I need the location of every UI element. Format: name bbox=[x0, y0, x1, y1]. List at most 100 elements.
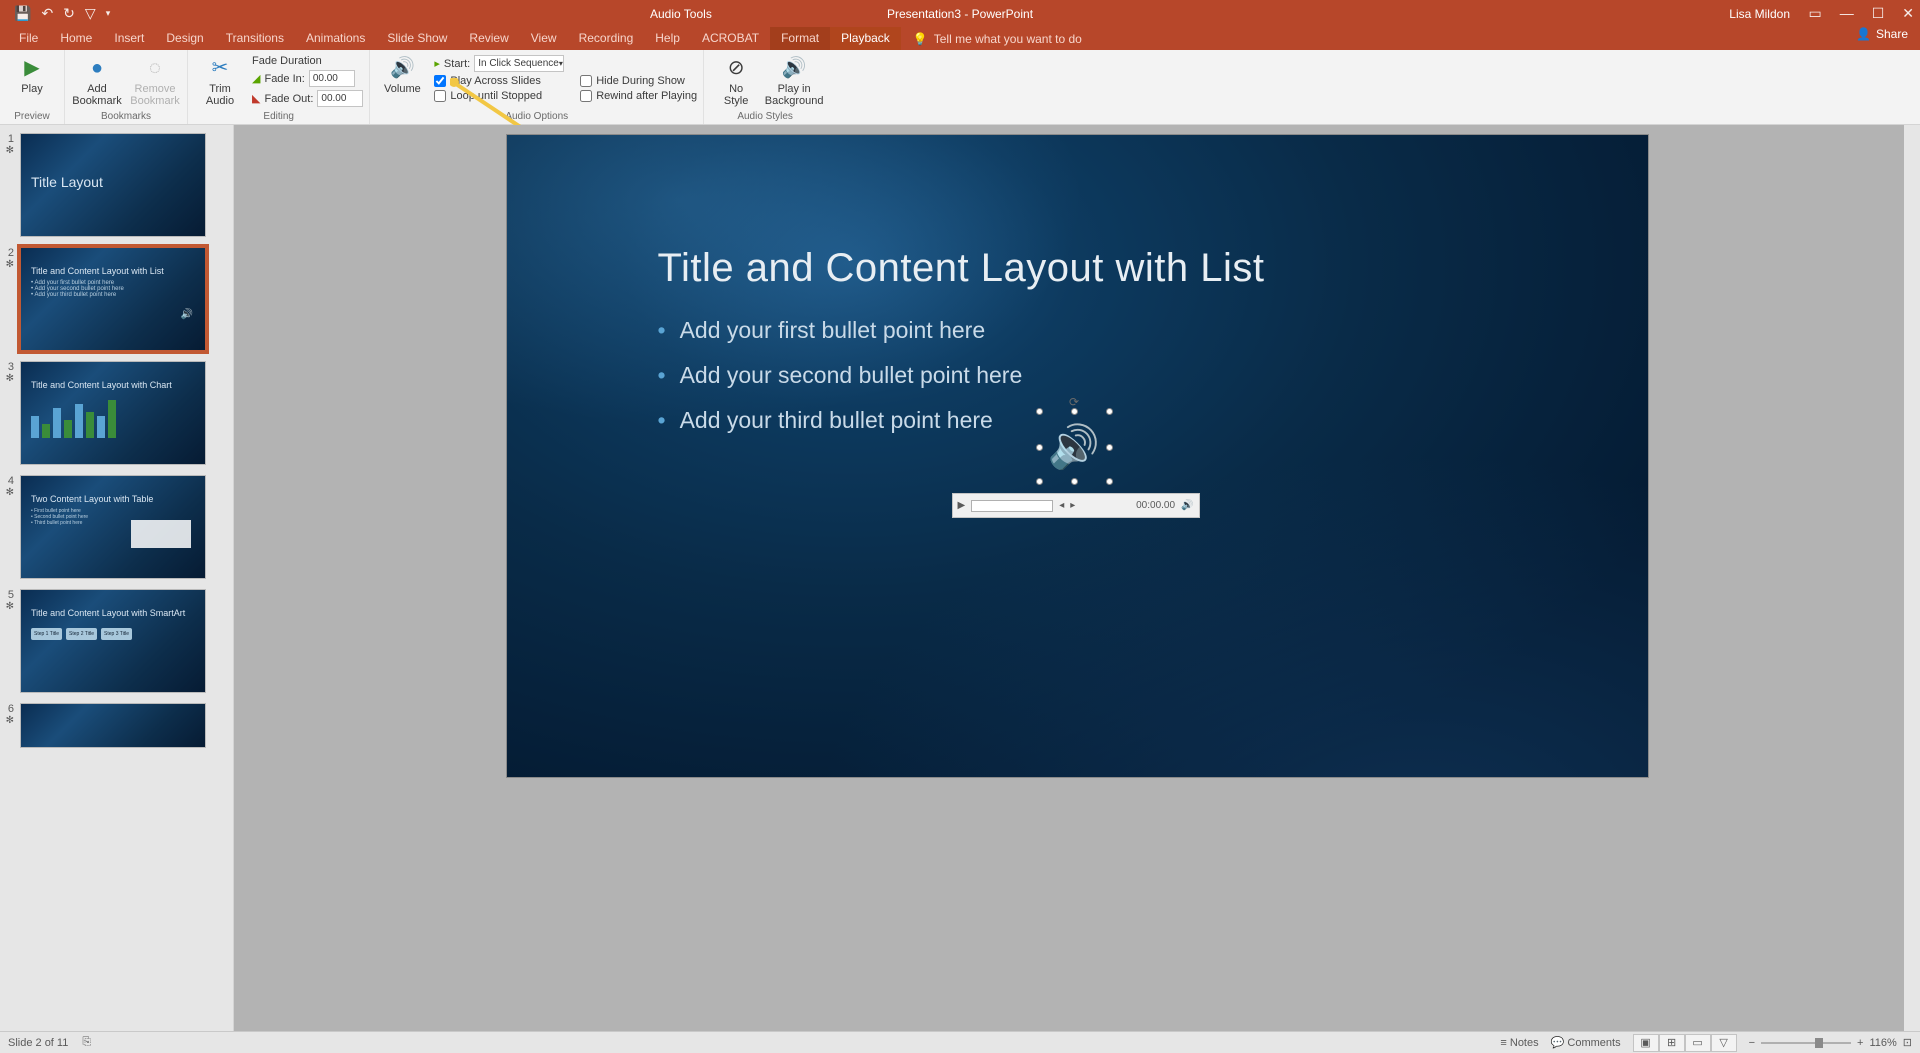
thumbnail-2[interactable]: 2✻ Title and Content Layout with List Ad… bbox=[2, 247, 227, 351]
resize-handle[interactable] bbox=[1036, 444, 1043, 451]
loop-checkbox[interactable] bbox=[434, 90, 446, 102]
thumbnail-3[interactable]: 3✻ Title and Content Layout with Chart bbox=[2, 361, 227, 465]
zoom-value: 116% bbox=[1869, 1037, 1896, 1049]
slide-bullets[interactable]: Add your first bullet point here Add you… bbox=[658, 317, 1023, 452]
ribbon-display-icon[interactable]: ▭ bbox=[1808, 5, 1821, 22]
thumbnail-4[interactable]: 4✻ Two Content Layout with Table First b… bbox=[2, 475, 227, 579]
sorter-view-button[interactable]: ⊞ bbox=[1659, 1034, 1685, 1052]
zoom-out-button[interactable]: − bbox=[1749, 1037, 1755, 1049]
reading-view-button[interactable]: ▭ bbox=[1685, 1034, 1711, 1052]
resize-handle[interactable] bbox=[1036, 478, 1043, 485]
group-audio-options: 🔊 Volume ▸ Start: In Click Sequence ▾ Pl… bbox=[370, 50, 704, 124]
slide-bullet[interactable]: Add your first bullet point here bbox=[658, 317, 1023, 344]
redo-icon[interactable]: ↻ bbox=[63, 5, 75, 22]
volume-icon[interactable]: 🔊 bbox=[1181, 500, 1193, 511]
tab-home[interactable]: Home bbox=[49, 27, 103, 50]
fade-out-label: Fade Out: bbox=[264, 93, 313, 105]
fade-in-input[interactable]: 00.00 bbox=[309, 70, 355, 87]
quick-access-toolbar: 💾 ↶ ↻ ▽ ▾ bbox=[0, 5, 110, 22]
rewind-checkbox[interactable] bbox=[580, 90, 592, 102]
play-icon[interactable]: ▶ bbox=[958, 500, 966, 511]
resize-handle[interactable] bbox=[1106, 408, 1113, 415]
tab-review[interactable]: Review bbox=[458, 27, 519, 50]
undo-icon[interactable]: ↶ bbox=[41, 5, 53, 22]
tab-playback[interactable]: Playback bbox=[830, 27, 901, 50]
play-across-slides-checkbox[interactable] bbox=[434, 75, 446, 87]
resize-handle[interactable] bbox=[1071, 478, 1078, 485]
slide-title[interactable]: Title and Content Layout with List bbox=[658, 246, 1265, 291]
tab-design[interactable]: Design bbox=[155, 27, 214, 50]
document-title: Presentation3 - PowerPoint bbox=[887, 7, 1033, 21]
group-bookmarks: ● Add Bookmark ◌ Remove Bookmark Bookmar… bbox=[65, 50, 188, 124]
thumbnail-5[interactable]: 5✻ Title and Content Layout with SmartAr… bbox=[2, 589, 227, 693]
volume-button[interactable]: 🔊 Volume bbox=[376, 52, 428, 95]
thumbnail-1[interactable]: 1✻ Title Layout bbox=[2, 133, 227, 237]
tab-slideshow[interactable]: Slide Show bbox=[376, 27, 458, 50]
tab-file[interactable]: File bbox=[8, 27, 49, 50]
maximize-icon[interactable]: ☐ bbox=[1872, 5, 1885, 22]
start-label: Start: bbox=[444, 58, 470, 70]
spellcheck-icon[interactable]: ⎘ bbox=[82, 1036, 91, 1049]
slide-bullet[interactable]: Add your second bullet point here bbox=[658, 362, 1023, 389]
tab-insert[interactable]: Insert bbox=[103, 27, 155, 50]
slide-editor[interactable]: Title and Content Layout with List Add y… bbox=[234, 125, 1920, 1031]
slide-indicator: Slide 2 of 11 bbox=[8, 1037, 68, 1049]
comments-button[interactable]: 💬 Comments bbox=[1551, 1036, 1621, 1049]
hide-label: Hide During Show bbox=[596, 75, 685, 87]
resize-handle[interactable] bbox=[1071, 408, 1078, 415]
tab-help[interactable]: Help bbox=[644, 27, 691, 50]
play-bg-icon: 🔊 bbox=[782, 56, 806, 80]
minimize-icon[interactable]: — bbox=[1840, 5, 1854, 22]
qat-dropdown-icon[interactable]: ▾ bbox=[106, 8, 111, 19]
zoom-in-button[interactable]: + bbox=[1857, 1037, 1863, 1049]
slide-thumbnails-pane[interactable]: 1✻ Title Layout 2✻ Title and Content Lay… bbox=[0, 125, 234, 1031]
tab-animations[interactable]: Animations bbox=[295, 27, 376, 50]
tab-format[interactable]: Format bbox=[770, 27, 830, 50]
volume-label: Volume bbox=[384, 83, 421, 95]
audio-object[interactable]: ⟳ 🔊 bbox=[1047, 419, 1102, 474]
zoom-control: − + 116% ⊡ bbox=[1749, 1036, 1912, 1049]
play-across-label: Play Across Slides bbox=[450, 75, 540, 87]
user-name[interactable]: Lisa Mildon bbox=[1729, 7, 1790, 21]
play-button[interactable]: ▶ Play bbox=[6, 52, 58, 95]
tab-view[interactable]: View bbox=[520, 27, 568, 50]
slideshow-view-button[interactable]: ▽ bbox=[1711, 1034, 1737, 1052]
loop-label: Loop until Stopped bbox=[450, 90, 542, 102]
normal-view-button[interactable]: ▣ bbox=[1633, 1034, 1659, 1052]
resize-handle[interactable] bbox=[1036, 408, 1043, 415]
tab-acrobat[interactable]: ACROBAT bbox=[691, 27, 770, 50]
resize-handle[interactable] bbox=[1106, 444, 1113, 451]
thumb-title: Two Content Layout with Table bbox=[31, 494, 195, 504]
hide-during-show-checkbox[interactable] bbox=[580, 75, 592, 87]
window-controls: ▭ — ☐ ✕ bbox=[1808, 5, 1914, 22]
slide-bullet[interactable]: Add your third bullet point here bbox=[658, 407, 1023, 434]
tell-me-search[interactable]: 💡 Tell me what you want to do bbox=[901, 27, 1082, 50]
tab-recording[interactable]: Recording bbox=[568, 27, 645, 50]
add-bookmark-button[interactable]: ● Add Bookmark bbox=[71, 52, 123, 107]
fade-in-label: Fade In: bbox=[264, 73, 304, 85]
start-from-beginning-icon[interactable]: ▽ bbox=[85, 5, 96, 22]
trim-label: Trim Audio bbox=[206, 83, 234, 107]
skip-back-icon[interactable]: ◂ bbox=[1059, 500, 1064, 511]
save-icon[interactable]: 💾 bbox=[14, 5, 31, 22]
share-button[interactable]: 👤 Share bbox=[1856, 27, 1908, 41]
no-style-button[interactable]: ⊘ No Style bbox=[710, 52, 762, 107]
fit-to-window-button[interactable]: ⊡ bbox=[1903, 1036, 1912, 1049]
close-icon[interactable]: ✕ bbox=[1902, 5, 1914, 22]
audio-track[interactable] bbox=[971, 500, 1053, 512]
slide-canvas[interactable]: Title and Content Layout with List Add y… bbox=[507, 135, 1648, 777]
start-dropdown[interactable]: In Click Sequence ▾ bbox=[474, 55, 564, 72]
fade-out-input[interactable]: 00.00 bbox=[317, 90, 363, 107]
play-in-background-button[interactable]: 🔊 Play in Background bbox=[768, 52, 820, 107]
trim-audio-button[interactable]: ✂ Trim Audio bbox=[194, 52, 246, 107]
notes-button[interactable]: ≡ Notes bbox=[1500, 1037, 1538, 1049]
skip-forward-icon[interactable]: ▸ bbox=[1070, 500, 1075, 511]
thumbnail-6[interactable]: 6✻ bbox=[2, 703, 227, 748]
add-bookmark-label: Add Bookmark bbox=[72, 83, 122, 107]
zoom-slider[interactable] bbox=[1761, 1042, 1851, 1044]
rotate-handle-icon[interactable]: ⟳ bbox=[1069, 395, 1079, 409]
vertical-scrollbar[interactable] bbox=[1904, 125, 1920, 1031]
tab-transitions[interactable]: Transitions bbox=[215, 27, 295, 50]
resize-handle[interactable] bbox=[1106, 478, 1113, 485]
volume-icon: 🔊 bbox=[390, 56, 414, 80]
